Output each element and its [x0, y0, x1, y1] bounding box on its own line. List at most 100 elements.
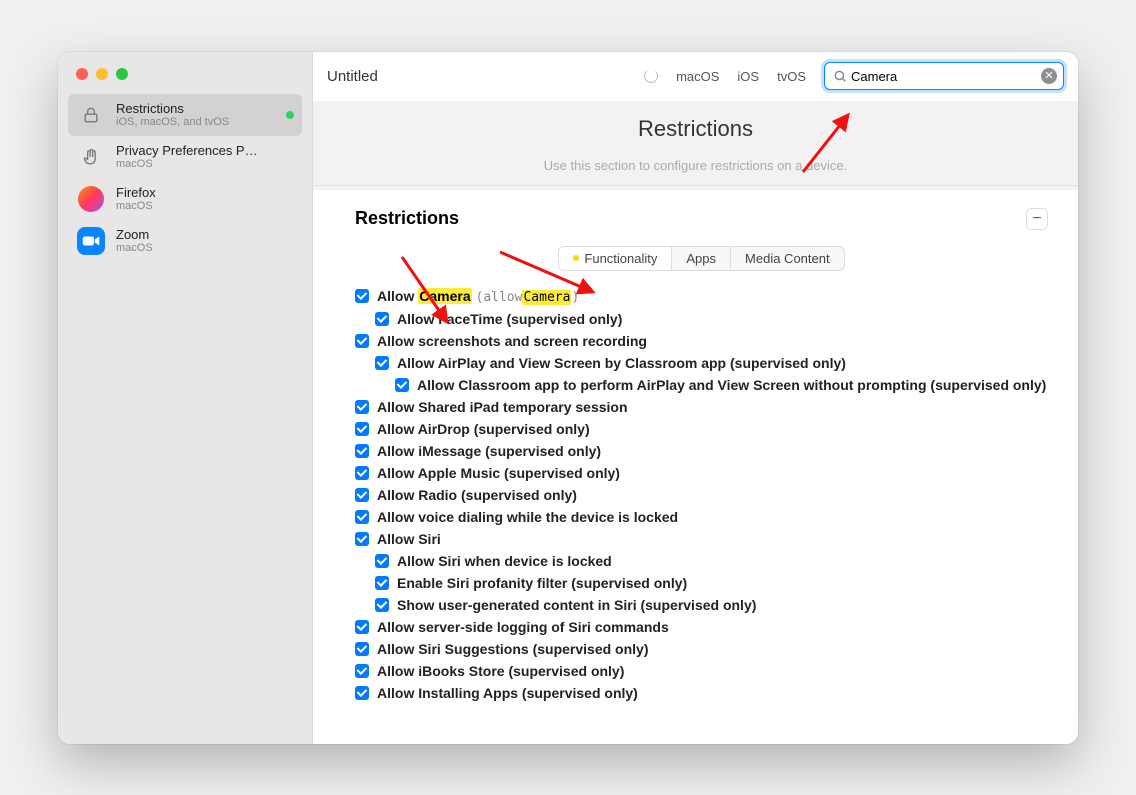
restriction-row: Allow Apple Music (supervised only): [355, 462, 1048, 484]
restriction-row: Allow Radio (supervised only): [355, 484, 1048, 506]
restriction-label: Allow Installing Apps (supervised only): [377, 685, 638, 701]
restriction-label: Allow Apple Music (supervised only): [377, 465, 620, 481]
lock-icon: [76, 100, 106, 130]
tab-label: Media Content: [745, 251, 830, 266]
restriction-row: Allow server-side logging of Siri comman…: [355, 616, 1048, 638]
restriction-checkbox[interactable]: [375, 554, 389, 568]
banner-heading: Restrictions: [313, 116, 1078, 142]
restriction-row: Allow Camera (allowCamera): [355, 285, 1048, 308]
restriction-checkbox[interactable]: [355, 642, 369, 656]
tab-apps[interactable]: Apps: [672, 247, 731, 270]
tab-functionality[interactable]: Functionality: [559, 247, 672, 270]
restriction-label: Allow AirPlay and View Screen by Classro…: [397, 355, 846, 371]
document-title: Untitled: [327, 68, 378, 85]
restriction-checkbox[interactable]: [355, 686, 369, 700]
sidebar-item-title: Firefox: [116, 185, 294, 200]
restriction-row: Allow AirDrop (supervised only): [355, 418, 1048, 440]
close-window-button[interactable]: [76, 68, 88, 80]
restriction-label: Allow Camera (allowCamera): [377, 288, 579, 305]
restriction-row: Allow iMessage (supervised only): [355, 440, 1048, 462]
restrictions-list: Allow Camera (allowCamera) Allow FaceTime…: [355, 281, 1048, 704]
banner: Restrictions Use this section to configu…: [313, 102, 1078, 190]
sidebar-item-subtitle: macOS: [116, 200, 294, 212]
restriction-label: Allow AirDrop (supervised only): [377, 421, 590, 437]
restriction-label: Allow iMessage (supervised only): [377, 443, 601, 459]
restriction-label: Allow Siri Suggestions (supervised only): [377, 641, 649, 657]
sidebar-item-subtitle: macOS: [116, 158, 294, 170]
restriction-checkbox[interactable]: [355, 334, 369, 348]
content-scroll[interactable]: Restrictions Use this section to configu…: [313, 102, 1078, 744]
fullscreen-window-button[interactable]: [116, 68, 128, 80]
restriction-label: Enable Siri profanity filter (supervised…: [397, 575, 687, 591]
restriction-row: Allow iBooks Store (supervised only): [355, 660, 1048, 682]
restriction-checkbox[interactable]: [355, 289, 369, 303]
sidebar-item-firefox[interactable]: FirefoxmacOS: [68, 178, 302, 220]
platform-filter-ios[interactable]: iOS: [729, 64, 767, 89]
tab-media-content[interactable]: Media Content: [731, 247, 844, 270]
restriction-label: Allow Radio (supervised only): [377, 487, 577, 503]
search-icon: [833, 69, 847, 83]
restriction-row: Allow voice dialing while the device is …: [355, 506, 1048, 528]
restriction-row: Allow FaceTime (supervised only): [375, 308, 1048, 330]
restrictions-section: Restrictions − Functionality Apps Media Co…: [313, 190, 1078, 714]
window-controls: [58, 52, 312, 90]
restriction-label: Allow Siri when device is locked: [397, 553, 612, 569]
restriction-checkbox[interactable]: [375, 576, 389, 590]
tab-label: Functionality: [584, 251, 657, 266]
restriction-checkbox[interactable]: [355, 510, 369, 524]
restriction-checkbox[interactable]: [395, 378, 409, 392]
restriction-label: Allow Classroom app to perform AirPlay a…: [417, 377, 1046, 393]
search-field[interactable]: ✕: [824, 62, 1064, 90]
restriction-checkbox[interactable]: [355, 664, 369, 678]
sidebar-item-subtitle: macOS: [116, 242, 294, 254]
sidebar-item-privacy-preferences-p-[interactable]: Privacy Preferences P…macOS: [68, 136, 302, 178]
minimize-window-button[interactable]: [96, 68, 108, 80]
restriction-label: Allow server-side logging of Siri comman…: [377, 619, 669, 635]
restriction-checkbox[interactable]: [375, 598, 389, 612]
restriction-checkbox[interactable]: [355, 400, 369, 414]
restriction-label: Allow screenshots and screen recording: [377, 333, 647, 349]
status-dot-icon: [286, 111, 294, 119]
main-pane: Untitled macOSiOStvOS ✕ Restrictions Use…: [313, 52, 1078, 744]
hand-icon: [76, 142, 106, 172]
restriction-key-hint: (allowCamera): [476, 290, 580, 305]
section-title: Restrictions: [355, 208, 459, 229]
platform-filter-macos[interactable]: macOS: [668, 64, 727, 89]
platform-filter: macOSiOStvOS: [668, 64, 814, 89]
zoom-icon: [76, 226, 106, 256]
restriction-label: Show user-generated content in Siri (sup…: [397, 597, 756, 613]
restriction-row: Allow Shared iPad temporary session: [355, 396, 1048, 418]
collapse-section-button[interactable]: −: [1026, 208, 1048, 230]
restriction-checkbox[interactable]: [375, 312, 389, 326]
restriction-checkbox[interactable]: [355, 488, 369, 502]
restriction-row: Show user-generated content in Siri (sup…: [375, 594, 1048, 616]
restriction-checkbox[interactable]: [355, 422, 369, 436]
restriction-row: Allow Classroom app to perform AirPlay a…: [395, 374, 1048, 396]
restriction-label: Allow iBooks Store (supervised only): [377, 663, 624, 679]
restriction-checkbox[interactable]: [355, 444, 369, 458]
restriction-checkbox[interactable]: [375, 356, 389, 370]
restriction-row: Allow Siri Suggestions (supervised only): [355, 638, 1048, 660]
tab-label: Apps: [686, 251, 716, 266]
sidebar-item-restrictions[interactable]: RestrictionsiOS, macOS, and tvOS: [68, 94, 302, 136]
sidebar-item-title: Restrictions: [116, 101, 276, 116]
restriction-checkbox[interactable]: [355, 466, 369, 480]
restriction-checkbox[interactable]: [355, 620, 369, 634]
sidebar-item-zoom[interactable]: ZoommacOS: [68, 220, 302, 262]
clear-search-button[interactable]: ✕: [1041, 68, 1057, 84]
restriction-label: Allow FaceTime (supervised only): [397, 311, 622, 327]
sidebar-item-subtitle: iOS, macOS, and tvOS: [116, 116, 276, 128]
restriction-checkbox[interactable]: [355, 532, 369, 546]
sidebar-item-title: Privacy Preferences P…: [116, 143, 294, 158]
app-window: RestrictionsiOS, macOS, and tvOSPrivacy …: [58, 52, 1078, 744]
loading-spinner-icon: [644, 69, 658, 83]
restriction-row: Enable Siri profanity filter (supervised…: [375, 572, 1048, 594]
restriction-row: Allow AirPlay and View Screen by Classro…: [375, 352, 1048, 374]
restriction-label: Allow voice dialing while the device is …: [377, 509, 678, 525]
search-input[interactable]: [851, 69, 1037, 84]
restriction-row: Allow screenshots and screen recording: [355, 330, 1048, 352]
banner-subtext: Use this section to configure restrictio…: [313, 142, 1078, 186]
sidebar-list: RestrictionsiOS, macOS, and tvOSPrivacy …: [58, 90, 312, 262]
restriction-row: Allow Siri when device is locked: [375, 550, 1048, 572]
platform-filter-tvos[interactable]: tvOS: [769, 64, 814, 89]
